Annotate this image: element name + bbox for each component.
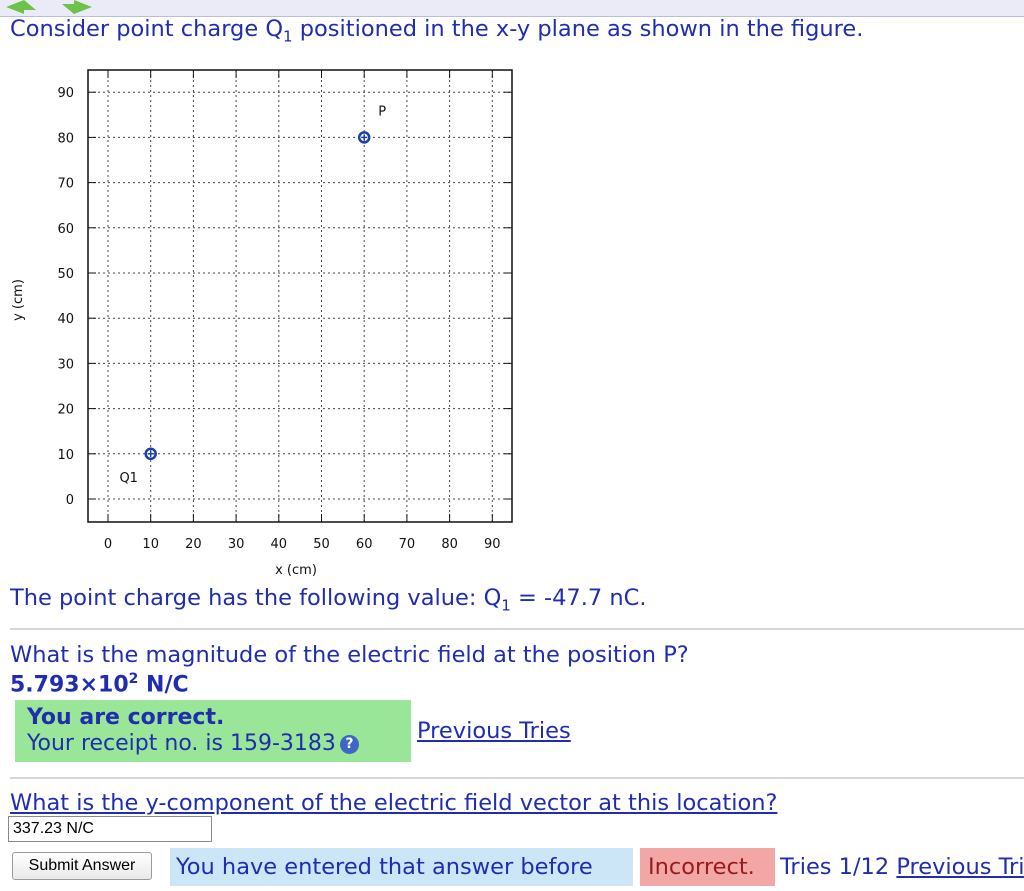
previous-tries-link-2[interactable]: Previous Tries [896,854,1024,880]
y-tick-label: 20 [57,403,74,418]
y-tick-label: 0 [66,493,74,508]
x-tick-label: 30 [228,537,245,552]
previous-tries-link[interactable]: Previous Tries [417,718,571,744]
tries-count: Tries 1/12 [780,854,890,880]
divider [10,628,1024,630]
x-tick-label: 0 [104,537,112,552]
x-tick-label: 20 [185,537,202,552]
x-axis-label: x (cm) [275,563,317,578]
question-magnitude: What is the magnitude of the electric fi… [10,642,689,668]
status-answered-before: You have entered that answer before [170,848,633,886]
correct-label: You are correct. [27,705,225,730]
point-p-label: P [378,104,386,119]
point-q1-label: Q1 [119,471,138,486]
top-nav-strip [0,0,1024,17]
position-plot: 0 10 20 30 40 50 60 70 80 90 0 10 20 30 40 50 60 70 80 90 x … [11,69,513,578]
submitted-answer: 5.793×102 N/C [10,671,189,698]
submit-answer-button[interactable]: Submit Answer [12,852,152,880]
y-tick-label: 40 [57,312,74,327]
y-tick-label: 30 [57,357,74,372]
x-tick-label: 80 [441,537,458,552]
help-icon[interactable]: ? [339,734,359,754]
correct-feedback: You are correct. Your receipt no. is 159… [15,700,411,762]
x-tick-label: 50 [313,537,330,552]
y-tick-label: 90 [57,86,74,101]
y-tick-label: 50 [57,267,74,282]
y-tick-label: 10 [57,448,74,463]
answer-input[interactable] [8,816,212,842]
y-tick-label: 80 [57,131,74,146]
status-incorrect: Incorrect. [640,848,775,886]
arrow-left-icon[interactable] [4,0,38,14]
y-tick-label: 60 [57,222,74,237]
x-tick-label: 40 [271,537,288,552]
x-tick-label: 10 [142,537,159,552]
x-tick-label: 70 [399,537,416,552]
x-tick-label: 60 [356,537,373,552]
tries-status: Tries 1/12 Previous Tries [780,848,1024,886]
receipt-text: Your receipt no. is 159-3183? [27,731,359,756]
question-y-component: What is the y-component of the electric … [10,790,778,816]
x-tick-label: 90 [484,537,501,552]
y-axis-label: y (cm) [11,279,26,321]
arrow-right-icon[interactable] [60,0,94,14]
y-tick-label: 70 [57,177,74,192]
divider [10,777,1024,779]
problem-intro: Consider point charge Q1 positioned in t… [10,16,864,46]
charge-value-text: The point charge has the following value… [10,585,647,615]
